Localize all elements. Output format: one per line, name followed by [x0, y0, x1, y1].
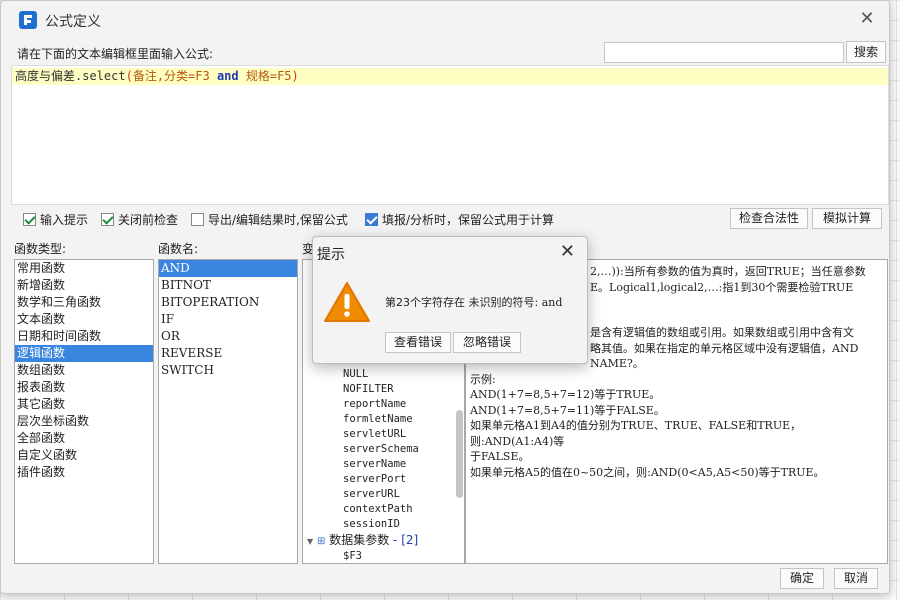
formula-keyword: and: [216, 69, 239, 83]
list-item[interactable]: 文本函数: [15, 311, 153, 328]
alert-title: 提示: [317, 247, 345, 263]
tree-group-dataset-params[interactable]: ▼ ⊞ 数据集参数 - [2]: [303, 532, 464, 549]
option-label: 关闭前检查: [118, 213, 179, 227]
dataset-icon: ⊞: [316, 536, 326, 547]
list-item-selected[interactable]: 逻辑函数: [15, 345, 153, 362]
list-item[interactable]: 常用函数: [15, 260, 153, 277]
tree-item[interactable]: formletName: [303, 412, 464, 427]
list-item[interactable]: 全部函数: [15, 430, 153, 447]
option-label: 输入提示: [40, 213, 89, 227]
option-keep-formula-export[interactable]: 导出/编辑结果时,保留公式: [191, 211, 348, 228]
tree-item[interactable]: serverURL: [303, 487, 464, 502]
option-input-hint[interactable]: 输入提示: [23, 211, 88, 228]
warning-icon: [323, 281, 371, 326]
cancel-button[interactable]: 取消: [834, 568, 878, 589]
list-item[interactable]: 数组函数: [15, 362, 153, 379]
tree-item[interactable]: NOFILTER: [303, 382, 464, 397]
tree-item[interactable]: sessionID: [303, 517, 464, 532]
view-error-button[interactable]: 查看错误: [385, 332, 451, 353]
function-type-label: 函数类型:: [14, 242, 67, 256]
description-line: AND(1+7=8,5+7=11)等于FALSE。: [470, 403, 665, 417]
formula-args: 规格=F5: [238, 69, 292, 83]
title-bar: 公式定义 ✕: [1, 1, 889, 37]
option-label: 导出/编辑结果时,保留公式: [208, 213, 348, 227]
function-name-label: 函数名:: [158, 242, 199, 256]
formula-line[interactable]: 高度与偏差.select(备注,分类=F3 and 规格=F5): [12, 68, 888, 85]
search-input[interactable]: [604, 42, 844, 63]
list-item[interactable]: 新增函数: [15, 277, 153, 294]
tree-item[interactable]: reportName: [303, 397, 464, 412]
list-item[interactable]: 插件函数: [15, 464, 153, 481]
tree-group-label: 数据集参数: [329, 533, 390, 547]
function-type-list[interactable]: 常用函数 新增函数 数学和三角函数 文本函数 日期和时间函数 逻辑函数 数组函数…: [14, 259, 154, 564]
description-line: 如果单元格A5的值在0~50之间，则:AND(0<A5,A5<50)等于TRUE…: [470, 465, 825, 479]
list-item[interactable]: BITOPERATION: [159, 294, 297, 311]
variable-scrollbar[interactable]: [456, 410, 463, 498]
app-logo-icon: [19, 11, 37, 29]
description-line: 示例:: [470, 372, 496, 386]
tree-item[interactable]: serverPort: [303, 472, 464, 487]
formula-paren-open: (: [125, 69, 133, 83]
alert-message-code: and: [541, 296, 563, 309]
tree-item[interactable]: serverSchema: [303, 442, 464, 457]
option-check-before-close[interactable]: 关闭前检查: [101, 211, 178, 228]
list-item[interactable]: 其它函数: [15, 396, 153, 413]
editor-prompt-label: 请在下面的文本编辑框里面输入公式:: [17, 47, 214, 61]
list-item[interactable]: OR: [159, 328, 297, 345]
search-button[interactable]: 搜索: [846, 41, 886, 63]
dialog-title: 公式定义: [45, 14, 101, 30]
checkbox-icon[interactable]: [101, 213, 114, 226]
close-icon[interactable]: ✕: [857, 9, 877, 29]
checkbox-icon[interactable]: [23, 213, 36, 226]
list-item[interactable]: 自定义函数: [15, 447, 153, 464]
validate-button[interactable]: 检查合法性: [730, 208, 808, 229]
checkbox-icon[interactable]: [365, 213, 378, 226]
option-keep-formula-calc[interactable]: 填报/分析时，保留公式用于计算: [365, 211, 554, 228]
formula-function: 高度与偏差.select: [15, 69, 126, 83]
tree-item[interactable]: NULL: [303, 367, 464, 382]
formula-args: 备注,分类=F3: [132, 69, 217, 83]
tree-item[interactable]: contextPath: [303, 502, 464, 517]
list-item[interactable]: BITNOT: [159, 277, 297, 294]
checkbox-icon[interactable]: [191, 213, 204, 226]
tree-item[interactable]: serverName: [303, 457, 464, 472]
alert-message-text: 第23个字符存在 未识别的符号:: [385, 296, 542, 309]
list-item[interactable]: 报表函数: [15, 379, 153, 396]
ignore-error-button[interactable]: 忽略错误: [453, 332, 521, 353]
tree-item[interactable]: servletURL: [303, 427, 464, 442]
list-item[interactable]: 日期和时间函数: [15, 328, 153, 345]
expand-chevron-icon[interactable]: ▼: [307, 537, 313, 546]
list-item[interactable]: SWITCH: [159, 362, 297, 379]
tree-group-count: - [2]: [393, 533, 419, 547]
option-label: 填报/分析时，保留公式用于计算: [382, 213, 555, 227]
formula-paren-close: ): [291, 69, 299, 83]
function-name-list[interactable]: AND BITNOT BITOPERATION IF OR REVERSE SW…: [158, 259, 298, 564]
formula-editor[interactable]: 高度与偏差.select(备注,分类=F3 and 规格=F5): [11, 65, 889, 205]
ok-button[interactable]: 确定: [780, 568, 824, 589]
description-line: 如果单元格A1到A4的值分别为TRUE、TRUE、FALSE和TRUE，则:AN…: [470, 419, 802, 448]
alert-close-icon[interactable]: ✕: [560, 241, 575, 262]
simulate-button[interactable]: 模拟计算: [812, 208, 882, 229]
description-line: AND(1+7=8,5+7=12)等于TRUE。: [470, 388, 661, 401]
list-item[interactable]: REVERSE: [159, 345, 297, 362]
list-item[interactable]: 层次坐标函数: [15, 413, 153, 430]
tree-item[interactable]: $F3: [303, 549, 464, 563]
description-line: 于FALSE。: [470, 450, 530, 463]
list-item-selected[interactable]: AND: [159, 260, 297, 277]
error-alert-dialog: 提示 ✕ 第23个字符存在 未识别的符号: and 查看错误 忽略错误: [312, 236, 588, 364]
list-item[interactable]: 数学和三角函数: [15, 294, 153, 311]
list-item[interactable]: IF: [159, 311, 297, 328]
alert-message: 第23个字符存在 未识别的符号: and: [385, 294, 562, 310]
